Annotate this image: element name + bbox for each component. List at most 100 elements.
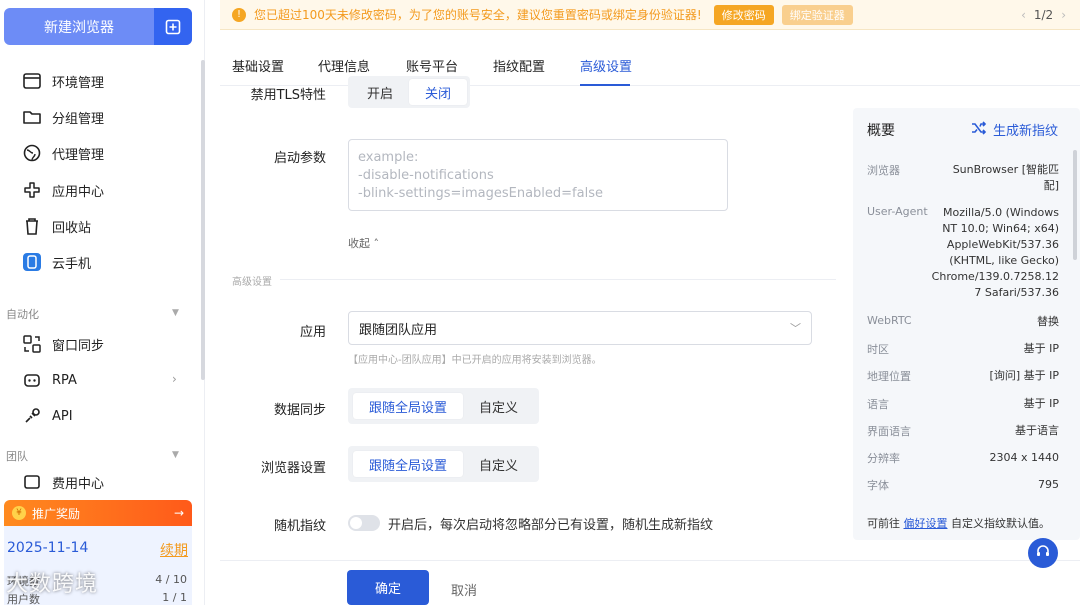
chevron-right-icon[interactable]: › [1061, 8, 1066, 22]
sidebar-item-trash[interactable]: 回收站 [22, 214, 91, 238]
active-tab-indicator [580, 84, 630, 86]
overview-value: Mozilla/5.0 (Windows NT 10.0; Win64; x64… [931, 206, 1059, 299]
collapse-label: 收起 [348, 237, 370, 250]
browser-settings-toggle-group: 跟随全局设置 自定义 [348, 446, 540, 482]
launch-args-label: 启动参数 [273, 151, 326, 166]
chevron-right-icon[interactable]: › [172, 372, 177, 386]
sidebar-item-window-sync[interactable]: 窗口同步 [22, 332, 104, 356]
tls-toggle-group: 开启 关闭 [348, 76, 471, 108]
generate-fingerprint-label: 生成新指纹 [992, 124, 1058, 139]
tls-off-option[interactable]: 关闭 [409, 79, 468, 105]
sidebar-item-group[interactable]: 分组管理 [22, 105, 104, 129]
sidebar-item-cloud-phone[interactable]: 云手机 [22, 250, 91, 274]
add-icon[interactable] [154, 8, 192, 45]
chevron-down-icon: ﹀ [790, 322, 801, 335]
cancel-button[interactable]: 取消 [451, 580, 477, 599]
confirm-button[interactable]: 确定 [347, 570, 429, 605]
caret-down-icon[interactable]: ▼ [172, 308, 179, 318]
coin-icon: ¥ [12, 506, 26, 520]
caret-down-icon[interactable]: ▼ [172, 450, 179, 460]
promo-title: 推广奖励 [32, 506, 81, 521]
overview-key: 地理位置 [867, 370, 911, 383]
promo-row-value: 4 / 10 [155, 573, 187, 586]
data-sync-toggle-group: 跟随全局设置 自定义 [348, 388, 540, 424]
app-select-value: 跟随团队应用 [359, 322, 438, 338]
sidebar-item-rpa[interactable]: RPA [22, 368, 77, 392]
launch-args-input[interactable]: example: -disable-notifications -blink-s… [348, 139, 728, 211]
chevron-up-icon: ˄ [373, 237, 380, 250]
promo-header[interactable]: ¥ 推广奖励 → [4, 500, 192, 526]
notice-text: 您已超过100天未修改密码，为了您的账号安全，建议您重置密码或绑定身份验证器! [254, 8, 702, 22]
bind-authenticator-button[interactable]: 绑定验证器 [781, 4, 853, 25]
sidebar-item-label: 应用中心 [52, 184, 105, 200]
sidebar-scrollbar[interactable] [201, 60, 205, 380]
overview-value: 795 [1038, 478, 1059, 491]
tab-advanced[interactable]: 高级设置 [580, 56, 632, 75]
folder-icon [22, 107, 42, 127]
sidebar-item-label: 环境管理 [52, 75, 105, 91]
sidebar: 新建浏览器 环境管理 分组管理 代理管理 应用中心 回收站 云手机 自动化 ▼ … [0, 0, 205, 605]
app-hint: 【应用中心-团队应用】中已开启的应用将安装到浏览器。 [348, 355, 602, 366]
overview-key: 时区 [867, 343, 889, 356]
sidebar-item-label: 窗口同步 [52, 338, 105, 354]
overview-title: 概要 [867, 123, 895, 139]
chevron-left-icon[interactable]: ‹ [1021, 8, 1026, 22]
data-sync-custom-option[interactable]: 自定义 [463, 393, 534, 419]
sidebar-item-label: API [52, 408, 73, 424]
collapse-toggle[interactable]: 收起 ˄ [348, 235, 379, 251]
preferences-link[interactable]: 偏好设置 [904, 517, 948, 530]
sidebar-item-apps[interactable]: 应用中心 [22, 178, 104, 202]
overview-value: [询问] 基于 IP [989, 369, 1059, 382]
browser-settings-custom-option[interactable]: 自定义 [463, 451, 534, 477]
sidebar-item-label: 回收站 [52, 220, 92, 236]
sidebar-item-billing[interactable]: 费用中心 [22, 474, 104, 490]
watermark: 大数跨境 [6, 572, 99, 597]
browser-settings-follow-option[interactable]: 跟随全局设置 [353, 451, 464, 477]
globe-icon [22, 143, 42, 163]
tab-fingerprint[interactable]: 指纹配置 [493, 56, 545, 75]
app-label: 应用 [299, 325, 326, 340]
renew-link[interactable]: 续期 [160, 540, 188, 560]
password-notice: ! 您已超过100天未修改密码，为了您的账号安全，建议您重置密码或绑定身份验证器… [220, 0, 1080, 30]
tab-basic[interactable]: 基础设置 [232, 56, 284, 75]
support-chat-button[interactable] [1028, 538, 1058, 568]
headset-icon [1035, 543, 1051, 563]
app-select[interactable]: 跟随团队应用 ﹀ [348, 311, 812, 345]
sidebar-item-env[interactable]: 环境管理 [22, 69, 104, 93]
overview-value: SunBrowser [智能匹 配] [952, 163, 1059, 192]
overview-key: 浏览器 [867, 164, 900, 177]
notice-page: 1/2 [1033, 8, 1054, 22]
trash-icon [22, 216, 42, 236]
cloud-phone-icon [22, 252, 42, 272]
random-fingerprint-switch[interactable] [348, 515, 380, 531]
warning-icon: ! [232, 7, 246, 22]
overview-value: 2304 x 1440 [989, 451, 1060, 464]
overview-scrollbar[interactable] [1073, 150, 1077, 260]
group-title-team: 团队 [6, 450, 28, 463]
data-sync-label: 数据同步 [273, 403, 326, 418]
arrow-right-icon: → [173, 506, 184, 520]
group-title-automation: 自动化 [6, 308, 39, 321]
sidebar-item-proxy[interactable]: 代理管理 [22, 141, 104, 165]
billing-icon [22, 474, 42, 490]
new-browser-button[interactable]: 新建浏览器 [4, 8, 192, 45]
random-fingerprint-desc: 开启后，每次启动将忽略部分已有设置，随机生成新指纹 [388, 518, 714, 533]
sidebar-item-label: 费用中心 [52, 476, 105, 491]
tab-account-platform[interactable]: 账号平台 [406, 56, 458, 75]
tab-proxy[interactable]: 代理信息 [318, 56, 370, 75]
generate-fingerprint-button[interactable]: 生成新指纹 [971, 120, 1058, 139]
sidebar-item-label: 分组管理 [52, 111, 105, 127]
data-sync-follow-option[interactable]: 跟随全局设置 [353, 393, 464, 419]
tls-label: 禁用TLS特性 [250, 88, 326, 103]
change-password-button[interactable]: 修改密码 [713, 4, 774, 25]
tls-on-option[interactable]: 开启 [351, 79, 409, 105]
robot-icon [22, 370, 42, 390]
overview-key: 语言 [867, 398, 889, 411]
apps-icon [22, 180, 42, 200]
overview-key: User-Agent [867, 205, 928, 218]
overview-footnote: 可前往 偏好设置 自定义指纹默认值。 [867, 515, 1050, 531]
sidebar-item-label: 云手机 [52, 256, 92, 272]
overview-key: 字体 [867, 479, 889, 492]
promo-row-value: 1 / 1 [162, 591, 187, 604]
sidebar-item-api[interactable]: API [22, 404, 73, 428]
